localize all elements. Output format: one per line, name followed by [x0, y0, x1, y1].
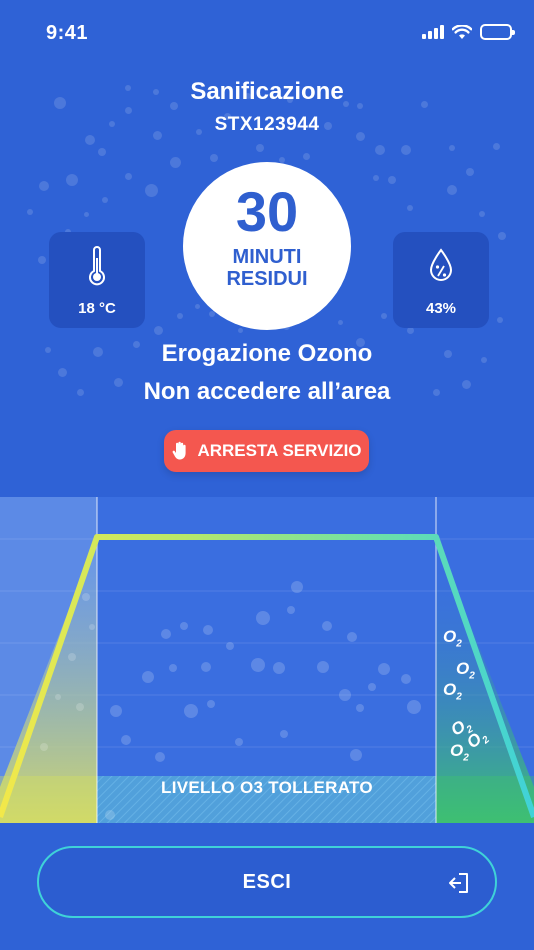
- humidity-card: 43%: [393, 232, 489, 328]
- plateau-panel: [97, 497, 436, 823]
- bubble-decoration: [83, 211, 89, 217]
- bubble-decoration: [449, 145, 455, 151]
- timer-circle: 30 MINUTI RESIDUI: [183, 162, 351, 330]
- bubble-decoration: [381, 313, 387, 319]
- bubble-decoration: [492, 142, 500, 150]
- hand-stop-icon: [173, 441, 187, 460]
- bubble-decoration: [401, 145, 411, 155]
- humidity-drop-icon: [429, 248, 453, 281]
- bubble-decoration: [169, 156, 181, 168]
- device-id: STX123944: [214, 114, 320, 135]
- bubble-decoration: [302, 152, 310, 160]
- stop-service-button[interactable]: ARRESTA SERVIZIO: [164, 430, 369, 472]
- bubble-decoration: [466, 168, 474, 176]
- signal-icon: [422, 25, 444, 39]
- status-icons: [422, 24, 515, 40]
- temperature-card: 18 °C: [49, 232, 145, 328]
- temperature-value: 18 °C: [78, 300, 116, 317]
- bubble-decoration: [497, 317, 503, 323]
- timer-unit: MINUTI: [232, 246, 302, 268]
- bubble-decoration: [98, 148, 106, 156]
- bubble-decoration: [66, 174, 78, 186]
- bubble-decoration: [144, 183, 158, 197]
- bubble-decoration: [375, 145, 385, 155]
- bubble-decoration: [479, 211, 485, 217]
- bubble-decoration: [177, 313, 183, 319]
- humidity-value: 43%: [425, 300, 457, 317]
- bubble-decoration: [153, 325, 163, 335]
- bubble-decoration: [124, 172, 132, 180]
- page-title: Sanificazione: [190, 78, 344, 105]
- bubble-decoration: [194, 303, 200, 309]
- status-bar: 9:41: [0, 0, 534, 64]
- bubble-decoration: [447, 185, 457, 195]
- exit-icon: [449, 873, 468, 893]
- bubble-decoration: [57, 367, 67, 377]
- exit-button[interactable]: ESCI: [37, 846, 497, 918]
- tolerated-level-label: LIVELLO O3 TOLLERATO: [161, 778, 373, 797]
- bubble-decoration: [85, 135, 95, 145]
- bubble-decoration: [124, 106, 132, 114]
- bubble-decoration: [38, 256, 46, 264]
- battery-icon: [480, 24, 515, 40]
- o2-molecule: O2: [443, 627, 462, 650]
- ozone-chart-graphic: [0, 497, 534, 823]
- o2-molecule: O2: [450, 741, 469, 764]
- bubble-decoration: [39, 181, 49, 191]
- warning-message: Non accedere all’area: [143, 378, 391, 405]
- bubble-decoration: [498, 232, 506, 240]
- bubble-decoration: [256, 144, 264, 152]
- sanitization-screen: 9:41 Sanificazione STX123944 18 °C 30 MI…: [0, 0, 534, 950]
- status-time: 9:41: [46, 22, 89, 44]
- bubble-decoration: [237, 327, 243, 333]
- o2-molecule: O2: [456, 659, 475, 682]
- timer-minutes: 30: [235, 180, 299, 243]
- bubble-decoration: [210, 154, 218, 162]
- wifi-icon: [452, 24, 472, 39]
- status-message: Erogazione Ozono: [161, 340, 373, 367]
- o2-molecule: O2: [443, 680, 462, 703]
- ozone-level-chart: LIVELLO O3 TOLLERATO O2 O2 O2 O2 O2 O2: [0, 497, 534, 823]
- bubble-decoration: [407, 205, 413, 211]
- stop-service-label: ARRESTA SERVIZIO: [197, 441, 362, 460]
- bubble-decoration: [27, 209, 33, 215]
- thermometer-icon: [89, 246, 105, 286]
- bubble-decoration: [102, 197, 108, 203]
- bubble-decoration: [373, 175, 379, 181]
- bubble-decoration: [337, 319, 343, 325]
- exit-label: ESCI: [242, 870, 292, 893]
- timer-label: RESIDUI: [226, 268, 308, 290]
- bubble-decoration: [388, 176, 396, 184]
